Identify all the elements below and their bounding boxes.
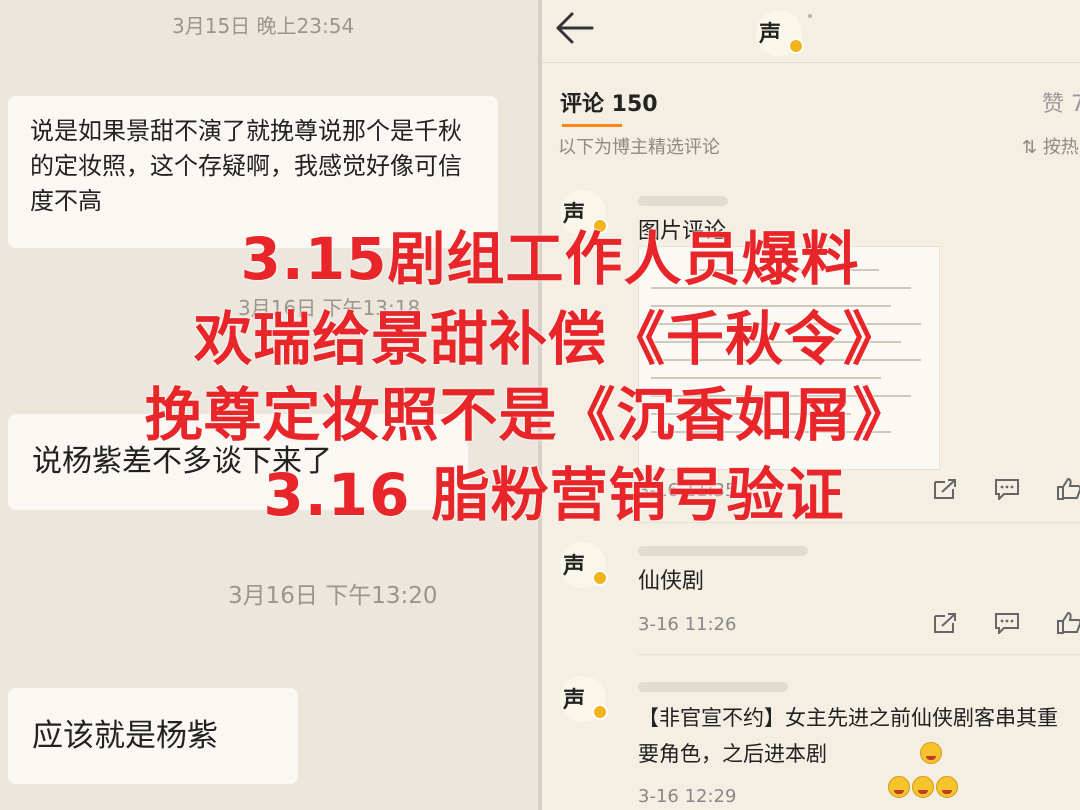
share-icon[interactable] [932, 478, 958, 500]
back-arrow-icon[interactable] [552, 8, 596, 48]
active-tab-indicator [562, 124, 622, 127]
comment-time: 3-16 12:29 [638, 786, 737, 807]
share-icon[interactable] [932, 612, 958, 634]
timestamp: 3月16日 下午13:20 [228, 583, 438, 609]
emoji-icon [920, 742, 942, 764]
commenter-name[interactable] [638, 682, 788, 692]
chat-message[interactable]: 应该就是杨紫 [8, 688, 298, 784]
curated-comments-note: 以下为博主精选评论 [558, 137, 720, 158]
verified-badge-icon [592, 218, 608, 234]
commenter-avatar[interactable]: 声 [560, 190, 608, 236]
comment-time: 3-16 11:26 [638, 614, 737, 635]
commenter-avatar[interactable]: 声 [560, 542, 608, 588]
tab-comments[interactable]: 评论 150 [560, 86, 658, 118]
chat-message[interactable]: 说杨紫差不多谈下来了 [8, 414, 468, 510]
emoji-icon [936, 776, 958, 798]
comment-text: 【非官宣不约】女主先进之前仙侠剧客串其重要角色，之后进本剧 [638, 706, 1058, 766]
like-icon[interactable] [1056, 612, 1080, 634]
timestamp: 3月15日 晚上23:54 [172, 14, 355, 38]
comment-time: 3-16 11:35 [638, 480, 737, 501]
author-avatar[interactable]: 声 [756, 10, 804, 56]
comment-separator [638, 654, 1080, 655]
like-icon[interactable] [1056, 478, 1080, 500]
nav-dot [808, 14, 812, 18]
comment-separator [638, 522, 1080, 523]
comment-icon[interactable] [994, 612, 1020, 634]
emoji-icon [912, 776, 934, 798]
tab-likes[interactable]: 赞 7 [1042, 86, 1080, 118]
comment-text: 仙侠剧 [638, 569, 705, 594]
emoji-icon [888, 776, 910, 798]
comment-icon[interactable] [994, 478, 1020, 500]
top-nav: 声 [542, 0, 1080, 63]
sort-button[interactable]: ⇅ 按热 [1022, 133, 1079, 159]
weibo-comments-panel: 声 评论 150 赞 7 以下为博主精选评论 ⇅ 按热 声 图片评论 3-16 … [542, 0, 1080, 810]
commenter-avatar[interactable]: 声 [560, 676, 608, 722]
chat-message[interactable]: 说是如果景甜不演了就挽尊说那个是千秋的定妆照，这个存疑啊，我感觉好像可信度不高 [8, 96, 498, 248]
comment-image[interactable] [638, 246, 940, 470]
verified-badge-icon [592, 704, 608, 720]
sort-label: 按热 [1042, 137, 1079, 158]
verified-badge-icon [788, 38, 804, 54]
timestamp: 3月16日 下午13:18 [238, 296, 421, 320]
comment-text: 图片评论 [638, 219, 727, 244]
commenter-name[interactable] [638, 196, 728, 206]
commenter-name[interactable] [638, 546, 808, 556]
verified-badge-icon [592, 570, 608, 586]
chat-panel: 3月15日 晚上23:54 说是如果景甜不演了就挽尊说那个是千秋的定妆照，这个存… [0, 0, 538, 810]
